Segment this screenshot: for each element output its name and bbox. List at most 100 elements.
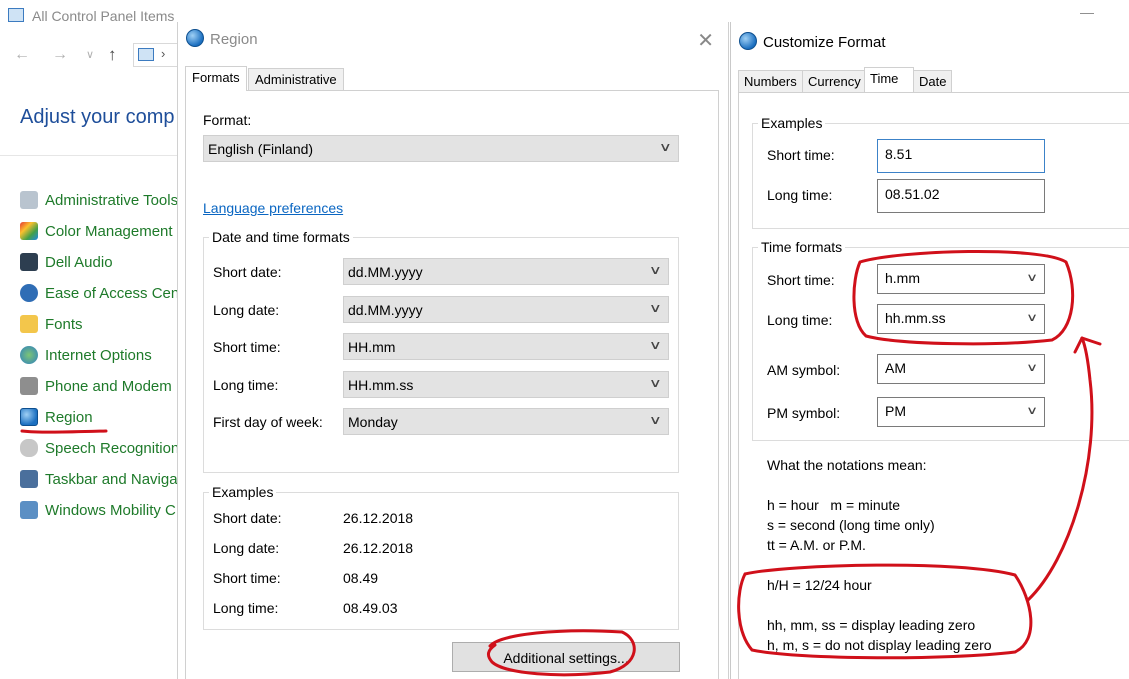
recent-chevron-icon[interactable]: ∨ <box>86 48 94 61</box>
region-underline-annotation <box>20 429 108 434</box>
notation-heading: What the notations mean: <box>767 457 927 473</box>
control-panel-icon <box>8 8 24 22</box>
format-value: English (Finland) <box>208 141 314 157</box>
tab-currency[interactable]: Currency <box>802 70 867 92</box>
example-long-date-label: Long date: <box>213 540 280 556</box>
cp-item-ease-of-access[interactable]: Ease of Access Cent <box>20 282 183 304</box>
region-dialog-title: Region <box>210 31 258 48</box>
short-time-format-label: Short time: <box>767 272 835 288</box>
long-time-format-value: hh.mm.ss <box>885 310 946 326</box>
tab-numbers[interactable]: Numbers <box>738 70 803 92</box>
phone-modem-icon <box>20 377 38 395</box>
notation-no-leading-zero: h, m, s = do not display leading zero <box>767 637 992 653</box>
cp-item-phone-modem[interactable]: Phone and Modem <box>20 375 172 397</box>
long-time-dropdown[interactable]: HH.mm.ss ∨ <box>343 371 669 398</box>
format-dropdown[interactable]: English (Finland) ∨ <box>203 135 679 162</box>
customize-globe-icon <box>739 32 757 50</box>
date-time-formats-title: Date and time formats <box>209 229 353 245</box>
long-date-dropdown[interactable]: dd.MM.yyyy ∨ <box>343 296 669 323</box>
am-symbol-value: AM <box>885 360 906 376</box>
long-time-label: Long time: <box>213 377 279 393</box>
cp-item-label: Color Management <box>45 222 173 240</box>
time-formats-title: Time formats <box>758 239 846 255</box>
windows-mobility-icon <box>20 501 38 519</box>
cp-item-label: Phone and Modem <box>45 377 172 395</box>
minimize-icon[interactable]: — <box>1080 4 1094 20</box>
language-preferences-text[interactable]: Language preferences <box>203 200 343 216</box>
tab-date[interactable]: Date <box>913 70 953 92</box>
short-date-label: Short date: <box>213 264 282 280</box>
region-globe-icon <box>186 29 204 47</box>
cp-item-label: Region <box>45 408 93 426</box>
example-short-time-label: Short time: <box>213 570 281 586</box>
forward-arrow-icon[interactable]: → <box>52 46 68 64</box>
tab-formats[interactable]: Formats <box>185 66 247 91</box>
date-time-formats-group: Date and time formats Short date: dd.MM.… <box>203 229 679 473</box>
control-panel-title: All Control Panel Items <box>32 8 175 24</box>
chevron-down-icon: ∨ <box>1025 362 1039 374</box>
notation-ampm: tt = A.M. or P.M. <box>767 537 866 553</box>
time-formats-group: Time formats Short time: h.mm ∨ Long tim… <box>752 239 1129 441</box>
region-icon <box>20 408 38 426</box>
customize-format-dialog: Customize Format Numbers Currency Time D… <box>730 22 1129 679</box>
short-date-value: dd.MM.yyyy <box>348 264 423 280</box>
language-preferences-link[interactable]: Language preferences <box>203 200 343 216</box>
short-time-dropdown[interactable]: HH.mm ∨ <box>343 333 669 360</box>
cp-item-color-management[interactable]: Color Management <box>20 220 173 242</box>
short-time-label: Short time: <box>213 339 281 355</box>
cp-item-speech-recognition[interactable]: Speech Recognition <box>20 437 179 459</box>
cp-item-fonts[interactable]: Fonts <box>20 313 83 335</box>
customize-examples-title: Examples <box>758 115 826 131</box>
fonts-icon <box>20 315 38 333</box>
example-long-time-value: 08.49.03 <box>343 600 398 616</box>
notation-second: s = second (long time only) <box>767 517 935 533</box>
short-date-dropdown[interactable]: dd.MM.yyyy ∨ <box>343 258 669 285</box>
cp-item-administrative-tools[interactable]: Administrative Tools <box>20 189 178 211</box>
examples-group: Examples Short date: 26.12.2018 Long dat… <box>203 484 679 630</box>
long-time-format-combo[interactable]: hh.mm.ss ∨ <box>877 304 1045 334</box>
example-short-time-label: Short time: <box>767 147 835 163</box>
example-long-time-field: 08.51.02 <box>877 179 1045 213</box>
up-arrow-icon[interactable]: ↑ <box>108 45 117 65</box>
am-symbol-combo[interactable]: AM ∨ <box>877 354 1045 384</box>
cp-item-label: Ease of Access Cent <box>45 284 184 302</box>
first-day-dropdown[interactable]: Monday ∨ <box>343 408 669 435</box>
time-tab-page: Examples Short time: 8.51 Long time: 08.… <box>738 92 1129 679</box>
back-arrow-icon[interactable]: ← <box>14 46 30 64</box>
short-time-format-combo[interactable]: h.mm ∨ <box>877 264 1045 294</box>
notation-12-24: h/H = 12/24 hour <box>767 577 872 593</box>
long-time-value: HH.mm.ss <box>348 377 414 393</box>
example-short-time-field: 8.51 <box>877 139 1045 173</box>
pm-symbol-label: PM symbol: <box>767 405 841 421</box>
additional-settings-button[interactable]: Additional settings... <box>452 642 680 672</box>
short-time-format-value: h.mm <box>885 270 920 286</box>
divider <box>0 155 180 156</box>
breadcrumb-chevron-icon: › <box>161 46 166 61</box>
cp-item-region[interactable]: Region <box>20 406 93 428</box>
internet-options-icon <box>20 346 38 364</box>
example-short-date-value: 26.12.2018 <box>343 510 414 526</box>
cp-item-windows-mobility[interactable]: Windows Mobility C <box>20 499 176 521</box>
chevron-down-icon: ∨ <box>649 301 663 315</box>
cp-item-label: Administrative Tools <box>45 191 179 209</box>
ease-of-access-icon <box>20 284 38 302</box>
address-bar[interactable]: › <box>133 43 178 67</box>
cp-item-taskbar[interactable]: Taskbar and Navigat <box>20 468 182 490</box>
cp-item-label: Windows Mobility C <box>45 501 176 519</box>
cp-item-dell-audio[interactable]: Dell Audio <box>20 251 113 273</box>
tab-administrative[interactable]: Administrative <box>248 68 344 90</box>
first-day-label: First day of week: <box>213 414 323 430</box>
notation-hour-minute: h = hour m = minute <box>767 497 901 513</box>
example-short-date-label: Short date: <box>213 510 282 526</box>
region-dialog: Region ✕ Formats Administrative Format: … <box>177 22 729 679</box>
chevron-down-icon: ∨ <box>659 140 673 154</box>
chevron-down-icon: ∨ <box>649 413 663 427</box>
pm-symbol-combo[interactable]: PM ∨ <box>877 397 1045 427</box>
long-date-label: Long date: <box>213 302 280 318</box>
short-time-value: HH.mm <box>348 339 396 355</box>
tab-time[interactable]: Time <box>864 67 914 92</box>
color-management-icon <box>20 222 38 240</box>
close-icon[interactable]: ✕ <box>697 28 714 53</box>
am-symbol-label: AM symbol: <box>767 362 841 378</box>
cp-item-internet-options[interactable]: Internet Options <box>20 344 152 366</box>
